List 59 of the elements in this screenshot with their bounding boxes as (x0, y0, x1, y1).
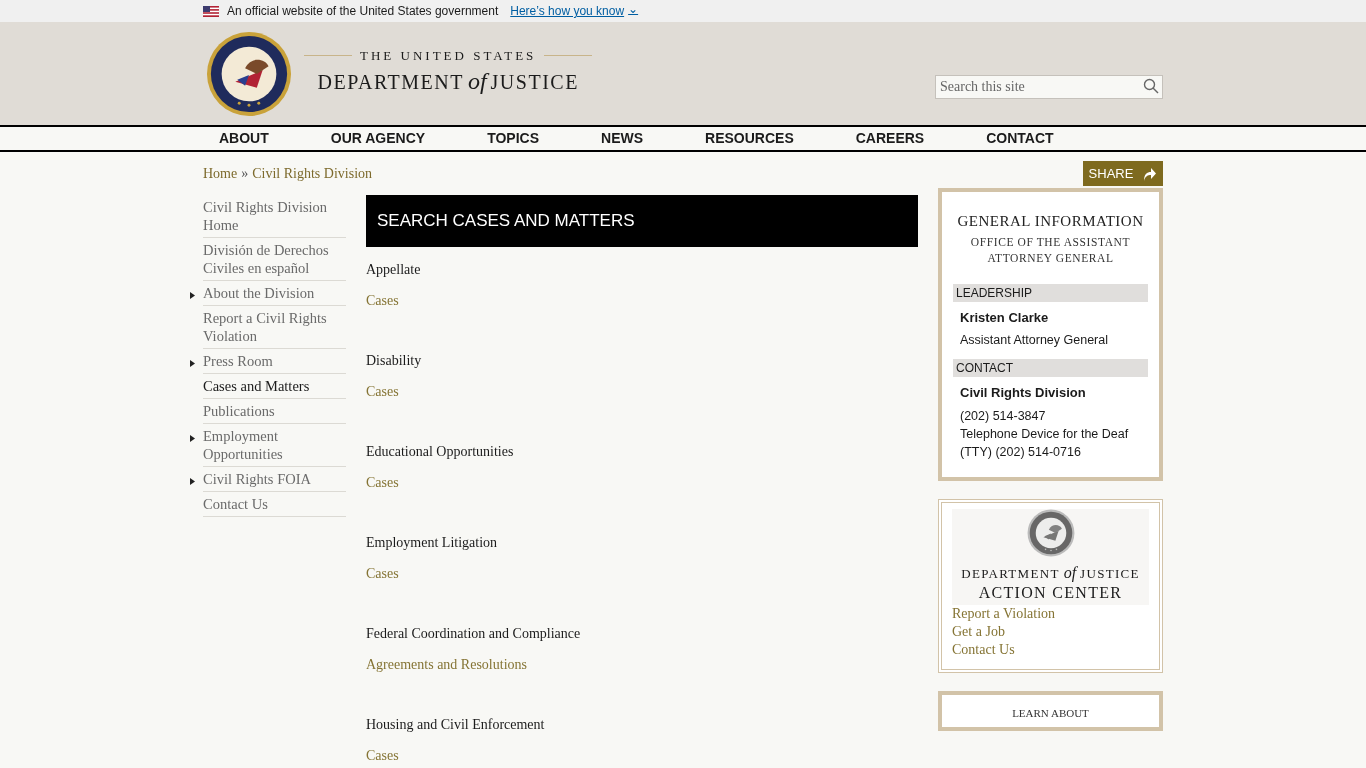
nav-link[interactable]: OUR AGENCY (330, 128, 426, 149)
action-center-link[interactable]: Get a Job (952, 622, 1149, 641)
page-title: SEARCH CASES AND MATTERS (366, 195, 918, 247)
breadcrumb-separator: » (241, 165, 249, 183)
contact-name: Kristen Clarke (959, 308, 1050, 327)
section-link[interactable]: Cases (366, 381, 918, 402)
heres-how-you-know-link[interactable]: Here’s how you know ⌄ (510, 2, 639, 20)
expand-arrow-icon[interactable] (190, 360, 195, 367)
card-title: LEARN ABOUT (1011, 705, 1090, 721)
section-label: CONTACT (953, 359, 1148, 377)
section-heading: Disability (366, 352, 423, 370)
section-label: LEADERSHIP (953, 283, 1148, 302)
expand-arrow-icon[interactable] (190, 478, 195, 485)
section-heading: Federal Coordination and Compliance (366, 625, 582, 643)
us-flag-icon (203, 5, 219, 17)
sidebar-item[interactable]: Contact Us (203, 495, 346, 513)
breadcrumb-link[interactable]: Civil Rights Division (252, 163, 373, 184)
section-heading: Appellate (366, 261, 422, 279)
nav-link[interactable]: RESOURCES (705, 128, 794, 149)
expand-arrow-icon[interactable] (190, 435, 195, 442)
sidebar-item[interactable]: About the Division (203, 284, 346, 302)
share-button[interactable]: SHARE (1083, 161, 1163, 186)
seal-icon (206, 30, 292, 117)
sidebar-item[interactable]: Civil Rights FOIA (203, 470, 346, 488)
nav-link[interactable]: TOPICS (487, 128, 540, 149)
card-title: GENERAL INFORMATION (956, 212, 1145, 231)
section-heading: Employment Litigation (366, 534, 499, 552)
nav-link[interactable]: ABOUT (219, 128, 269, 149)
section-heading: Housing and Civil Enforcement (366, 716, 546, 734)
section-link[interactable]: Cases (366, 563, 918, 584)
sidebar-item[interactable]: Employment Opportunities (203, 427, 346, 463)
sidebar-item[interactable]: Report a Civil Rights Violation (203, 309, 346, 345)
expand-arrow-icon[interactable] (190, 292, 195, 299)
action-center-link[interactable]: Report a Violation (952, 604, 1149, 623)
action-center-link[interactable]: Contact Us (952, 640, 1149, 659)
info-text: Assistant Attorney General (960, 332, 1109, 349)
nav-link[interactable]: NEWS (601, 128, 644, 149)
sidebar-item[interactable]: Publications (203, 402, 346, 420)
sidebar-item[interactable]: Press Room (203, 352, 346, 370)
sidebar-item[interactable]: Cases and Matters (203, 377, 346, 395)
official-website-notice: An official website of the United States government (227, 3, 499, 20)
info-text: (202) 514-3847 (960, 407, 1047, 425)
section-heading: Educational Opportunities (366, 443, 515, 461)
section-link[interactable]: Cases (366, 472, 918, 493)
action-center-banner[interactable]: DEPARTMENT of JUSTICE ACTION CENTER (952, 508, 1149, 605)
nav-link[interactable]: CAREERS (855, 128, 925, 149)
section-link[interactable]: Cases (366, 290, 918, 311)
breadcrumb-link[interactable]: Home (203, 163, 238, 184)
contact-name: Civil Rights Division (959, 384, 1087, 402)
nav-link[interactable]: CONTACT (986, 128, 1054, 149)
section-link[interactable]: Cases (366, 745, 918, 766)
sidebar-item[interactable]: División de Derechos Civiles en español (203, 241, 346, 277)
search-field[interactable]: Search this site (935, 74, 1163, 99)
info-text: Telephone Device for the Deaf (TTY) (202) 514-0716 (960, 425, 1130, 461)
seal-icon (1026, 508, 1075, 557)
sidebar-item[interactable]: Civil Rights Division Home (203, 198, 346, 234)
card-subtitle: OFFICE OF THE ASSISTANT ATTORNEY GENERAL (969, 234, 1132, 266)
section-link[interactable]: Agreements and Resolutions (366, 654, 918, 675)
search-icon[interactable] (1143, 77, 1159, 94)
